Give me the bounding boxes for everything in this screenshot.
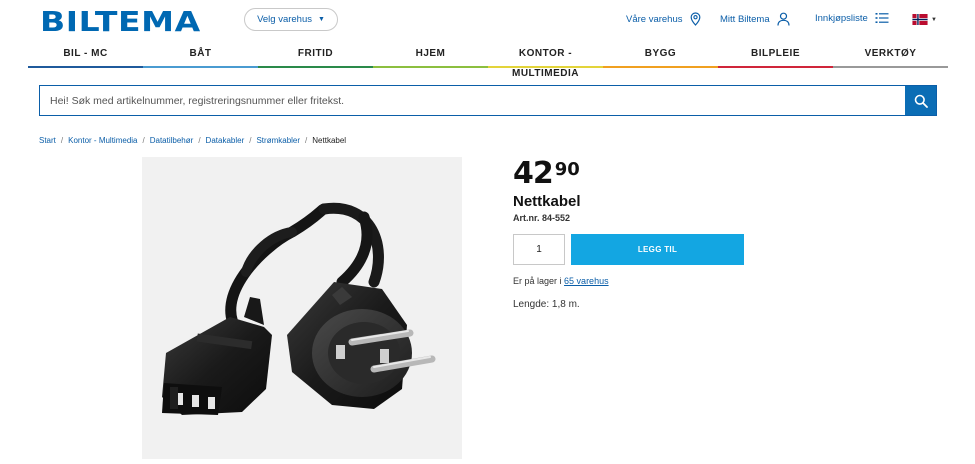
category-color-bar: [603, 66, 718, 68]
product-description: Lengde: 1,8 m.: [513, 299, 580, 310]
breadcrumb-link[interactable]: Start: [39, 136, 56, 145]
category-båt[interactable]: BÅT: [143, 44, 258, 68]
category-label: BIL - MC: [63, 48, 108, 59]
quantity-input[interactable]: 1: [513, 234, 565, 265]
category-kontor-multimedia[interactable]: KONTOR - MULTIMEDIA: [488, 44, 603, 79]
breadcrumb-separator: /: [142, 136, 145, 145]
search-input[interactable]: [40, 86, 906, 115]
breadcrumb-current: Nettkabel: [312, 136, 347, 145]
category-label: BÅT: [189, 48, 212, 59]
chevron-down-icon: ▼: [318, 16, 325, 23]
list-icon: [875, 13, 889, 23]
account-link-label: Mitt Biltema: [720, 13, 770, 25]
category-label: BILPLEIE: [750, 48, 800, 59]
search-bar: [39, 85, 937, 116]
stock-stores-link[interactable]: 65 varehus: [564, 276, 609, 286]
category-verktøy[interactable]: VERKTØY: [833, 44, 948, 68]
category-color-bar: [718, 66, 833, 68]
category-color-bar: [373, 66, 488, 68]
add-to-cart-button[interactable]: LEGG TIL: [571, 234, 744, 265]
price-kroner: 42: [513, 156, 554, 191]
breadcrumb-separator: /: [305, 136, 308, 145]
breadcrumb-separator: /: [60, 136, 64, 145]
category-bygg[interactable]: BYGG: [603, 44, 718, 68]
language-selector[interactable]: ▼: [912, 14, 937, 25]
shopping-list-link-label: Innkjøpsliste: [815, 12, 868, 24]
search-button[interactable]: [905, 86, 936, 115]
category-color-bar: [488, 66, 603, 68]
category-bilpleie[interactable]: BILPLEIE: [718, 44, 833, 68]
category-color-bar: [28, 66, 143, 68]
stock-status-text: Er på lager i: [513, 276, 562, 286]
product-image[interactable]: [142, 157, 462, 459]
category-color-bar: [833, 66, 948, 68]
power-cable-illustration: [162, 202, 436, 415]
category-label: HJEM: [415, 48, 446, 59]
breadcrumb: Start / Kontor - Multimedia / Datatilbehør / D…: [39, 136, 346, 145]
product-name: Nettkabel: [513, 193, 581, 210]
breadcrumb-link[interactable]: Datatilbehør: [150, 136, 194, 145]
biltema-logo[interactable]: BILTEMA: [40, 7, 201, 37]
breadcrumb-separator: /: [249, 136, 252, 145]
article-number: Art.nr. 84-552: [513, 213, 571, 223]
category-label: BYGG: [644, 48, 677, 59]
category-color-bar: [143, 66, 258, 68]
category-label: KONTOR - MULTIMEDIA: [511, 48, 580, 79]
category-label: FRITID: [297, 48, 334, 59]
norway-flag-icon: [912, 14, 928, 25]
category-color-bar: [258, 66, 373, 68]
chevron-down-icon: ▼: [931, 16, 937, 23]
category-bil-mc[interactable]: BIL - MC: [28, 44, 143, 68]
store-select-label: Velg varehus: [257, 14, 312, 25]
breadcrumb-separator: /: [198, 136, 201, 145]
search-icon: [914, 94, 928, 108]
stores-link-label: Våre varehus: [626, 13, 683, 25]
user-icon: [777, 12, 790, 26]
price: 42 90: [513, 157, 580, 191]
category-fritid[interactable]: FRITID: [258, 44, 373, 68]
breadcrumb-link[interactable]: Kontor - Multimedia: [68, 136, 137, 145]
category-label: VERKTØY: [864, 48, 917, 59]
store-select-dropdown[interactable]: Velg varehus ▼: [244, 8, 338, 31]
shopping-list-link[interactable]: Innkjøpsliste: [815, 12, 889, 24]
breadcrumb-link[interactable]: Datakabler: [206, 136, 245, 145]
location-pin-icon: [690, 12, 700, 26]
category-nav: BIL - MC BÅT FRITID HJEM KONTOR - MULTIMEDIA…: [28, 44, 948, 79]
category-hjem[interactable]: HJEM: [373, 44, 488, 68]
stores-link[interactable]: Våre varehus: [626, 12, 701, 26]
price-ore: 90: [554, 159, 580, 180]
stock-status: Er på lager i 65 varehus: [513, 276, 609, 286]
account-link[interactable]: Mitt Biltema: [720, 12, 790, 26]
breadcrumb-link[interactable]: Strømkabler: [256, 136, 300, 145]
